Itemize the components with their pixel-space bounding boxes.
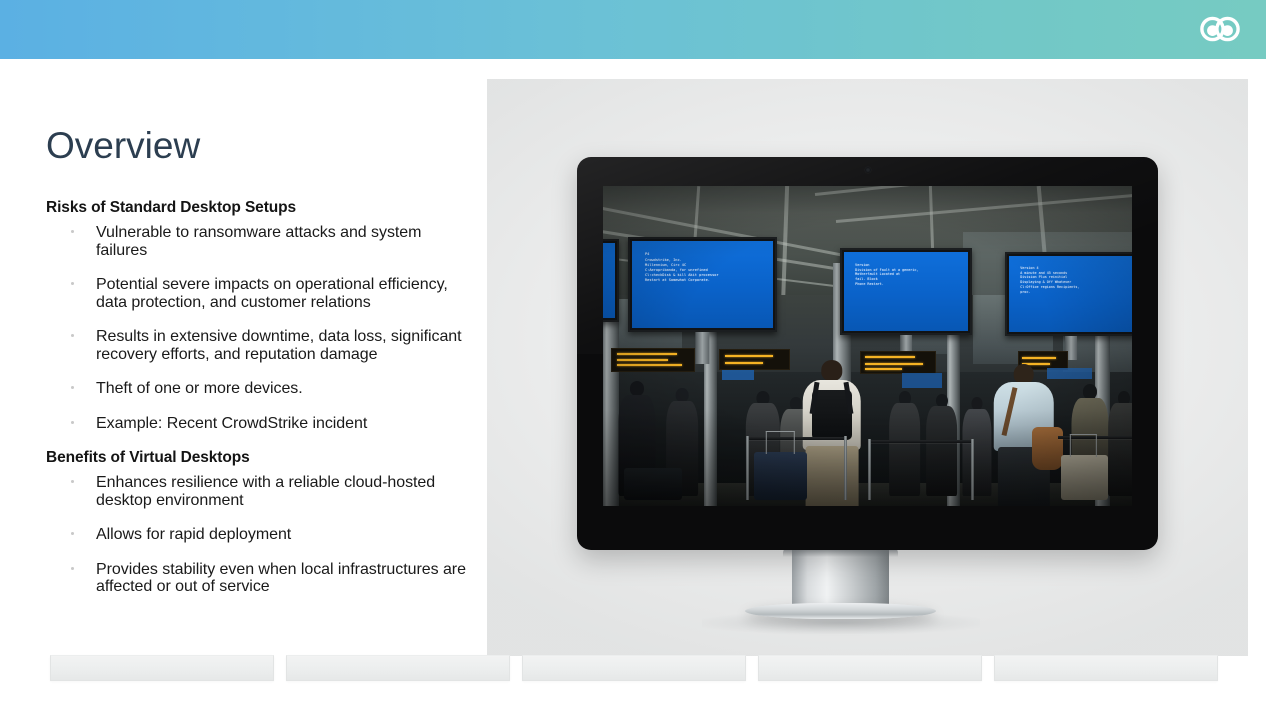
list-item: Theft of one or more devices. xyxy=(46,380,466,398)
bullet-dot-icon xyxy=(71,480,74,483)
flight-information-board xyxy=(719,349,791,371)
bullet-dot-icon xyxy=(71,334,74,337)
list-item: Vulnerable to ransomware attacks and sys… xyxy=(46,224,466,259)
webcam-icon xyxy=(864,167,871,173)
traveller-with-backpack xyxy=(796,360,867,506)
bullet-dot-icon xyxy=(71,566,74,570)
monitor-stand-neck xyxy=(783,547,898,608)
ceiling-strut xyxy=(780,186,789,308)
stanchion-post xyxy=(970,438,974,500)
bullet-list-risks: Vulnerable to ransomware attacks and sys… xyxy=(46,224,466,432)
list-item-label: Results in extensive downtime, data loss… xyxy=(96,328,462,363)
bsod-display-center: Version Division of Fault at a generic, … xyxy=(839,248,973,361)
suitcase-handle xyxy=(765,430,795,455)
board-row xyxy=(724,354,773,357)
wayfinding-sign xyxy=(722,370,754,380)
bullet-dot-icon xyxy=(71,386,74,389)
queue-belt xyxy=(745,437,847,441)
stanchion-post xyxy=(867,438,871,500)
rolling-suitcase-silver xyxy=(1060,454,1109,500)
traveller-with-shoulder-bag xyxy=(989,363,1064,506)
stanchion-post xyxy=(745,435,749,500)
section-benefits: Benefits of Virtual Desktops Enhances re… xyxy=(46,448,466,596)
thumbnail-card[interactable] xyxy=(522,655,746,681)
slide-root: Overview Risks of Standard Desktop Setup… xyxy=(0,0,1266,706)
top-banner xyxy=(0,0,1266,59)
board-row xyxy=(616,364,683,367)
monitor-stand-base xyxy=(745,603,936,619)
board-row xyxy=(724,362,763,365)
bullet-list-benefits: Enhances resilience with a reliable clou… xyxy=(46,474,466,596)
board-row xyxy=(616,358,668,361)
section-risks: Risks of Standard Desktop Setups Vulnera… xyxy=(46,198,466,432)
traveller-silhouette xyxy=(888,390,921,497)
queue-belt xyxy=(867,440,974,444)
wayfinding-sign xyxy=(901,373,942,388)
monitor-screen: P4 Crowdstrike, Inc. Millennium, Circ 4C… xyxy=(603,186,1132,506)
board-row xyxy=(865,356,916,359)
list-item-label: Potential severe impacts on operational … xyxy=(96,276,448,311)
bullet-dot-icon xyxy=(71,230,74,233)
bsod-text: Version Division of Fault at a generic, … xyxy=(855,262,919,287)
list-item: Example: Recent CrowdStrike incident xyxy=(46,415,466,433)
traveller-silhouette xyxy=(925,394,958,497)
ceiling-beam xyxy=(835,192,1132,224)
list-item-label: Vulnerable to ransomware attacks and sys… xyxy=(96,224,422,259)
airport-terminal-scene: P4 Crowdstrike, Inc. Millennium, Circ 4C… xyxy=(603,186,1132,506)
list-item: Enhances resilience with a reliable clou… xyxy=(46,474,466,509)
bsod-screen xyxy=(603,242,615,318)
board-row xyxy=(1022,356,1057,359)
list-item: Provides stability even when local infra… xyxy=(46,561,466,596)
flight-information-board xyxy=(610,347,695,372)
bullet-dot-icon xyxy=(71,532,74,535)
traveller-trousers xyxy=(805,445,859,506)
traveller-silhouette xyxy=(962,397,992,497)
thumbnail-card[interactable] xyxy=(994,655,1218,681)
content-column: Overview Risks of Standard Desktop Setup… xyxy=(46,124,466,596)
thumbnail-card[interactable] xyxy=(758,655,982,681)
bsod-screen: Version Division of Fault at a generic, … xyxy=(843,252,969,331)
list-item: Potential severe impacts on operational … xyxy=(46,276,466,311)
bsod-display-right: Version 4 A minute and 45 seconds Divisi… xyxy=(1005,251,1132,361)
board-row xyxy=(616,353,678,356)
bsod-text: Version 4 A minute and 45 seconds Divisi… xyxy=(1020,265,1080,295)
traveller-head xyxy=(821,360,843,381)
rolling-suitcase-blue xyxy=(753,451,807,500)
infinity-loop-logo xyxy=(1196,12,1244,46)
page-title: Overview xyxy=(46,125,201,166)
desktop-monitor: P4 Crowdstrike, Inc. Millennium, Circ 4C… xyxy=(577,157,1158,550)
bullet-dot-icon xyxy=(71,420,74,424)
list-item: Allows for rapid deployment xyxy=(46,526,466,544)
display-stem xyxy=(695,331,710,364)
shoulder-bag xyxy=(1031,426,1064,471)
thumbnail-card[interactable] xyxy=(50,655,274,681)
stanchion-post xyxy=(843,435,847,500)
thumbnail-strip xyxy=(0,655,1266,706)
bsod-display-left: P4 Crowdstrike, Inc. Millennium, Circ 4C… xyxy=(628,237,777,364)
section-heading-risks: Risks of Standard Desktop Setups xyxy=(46,199,297,216)
image-panel: P4 Crowdstrike, Inc. Millennium, Circ 4C… xyxy=(487,79,1248,656)
list-item-label: Example: Recent CrowdStrike incident xyxy=(96,414,368,432)
bsod-text: P4 Crowdstrike, Inc. Millennium, Circ 4C… xyxy=(645,252,719,283)
section-heading-benefits: Benefits of Virtual Desktops xyxy=(46,449,250,466)
list-item-label: Allows for rapid deployment xyxy=(96,526,292,543)
list-item-label: Enhances resilience with a reliable clou… xyxy=(96,474,436,509)
thumbnail-card[interactable] xyxy=(286,655,510,681)
list-item: Results in extensive downtime, data loss… xyxy=(46,328,466,363)
bsod-screen: Version 4 A minute and 45 seconds Divisi… xyxy=(1009,255,1132,333)
flight-information-board xyxy=(859,350,936,374)
list-item-label: Theft of one or more devices. xyxy=(96,380,303,397)
board-row xyxy=(865,368,903,371)
list-item-label: Provides stability even when local infra… xyxy=(96,560,466,596)
bsod-display-partial xyxy=(603,238,619,322)
bsod-screen: P4 Crowdstrike, Inc. Millennium, Circ 4C… xyxy=(632,241,773,328)
ceiling-beam xyxy=(814,186,1132,197)
suitcase-handle xyxy=(1070,434,1097,458)
luggage-dark xyxy=(624,467,683,500)
bullet-dot-icon xyxy=(71,282,74,285)
traveller-silhouette xyxy=(1108,390,1132,497)
board-row xyxy=(865,362,923,365)
traveller-head xyxy=(1013,363,1034,384)
